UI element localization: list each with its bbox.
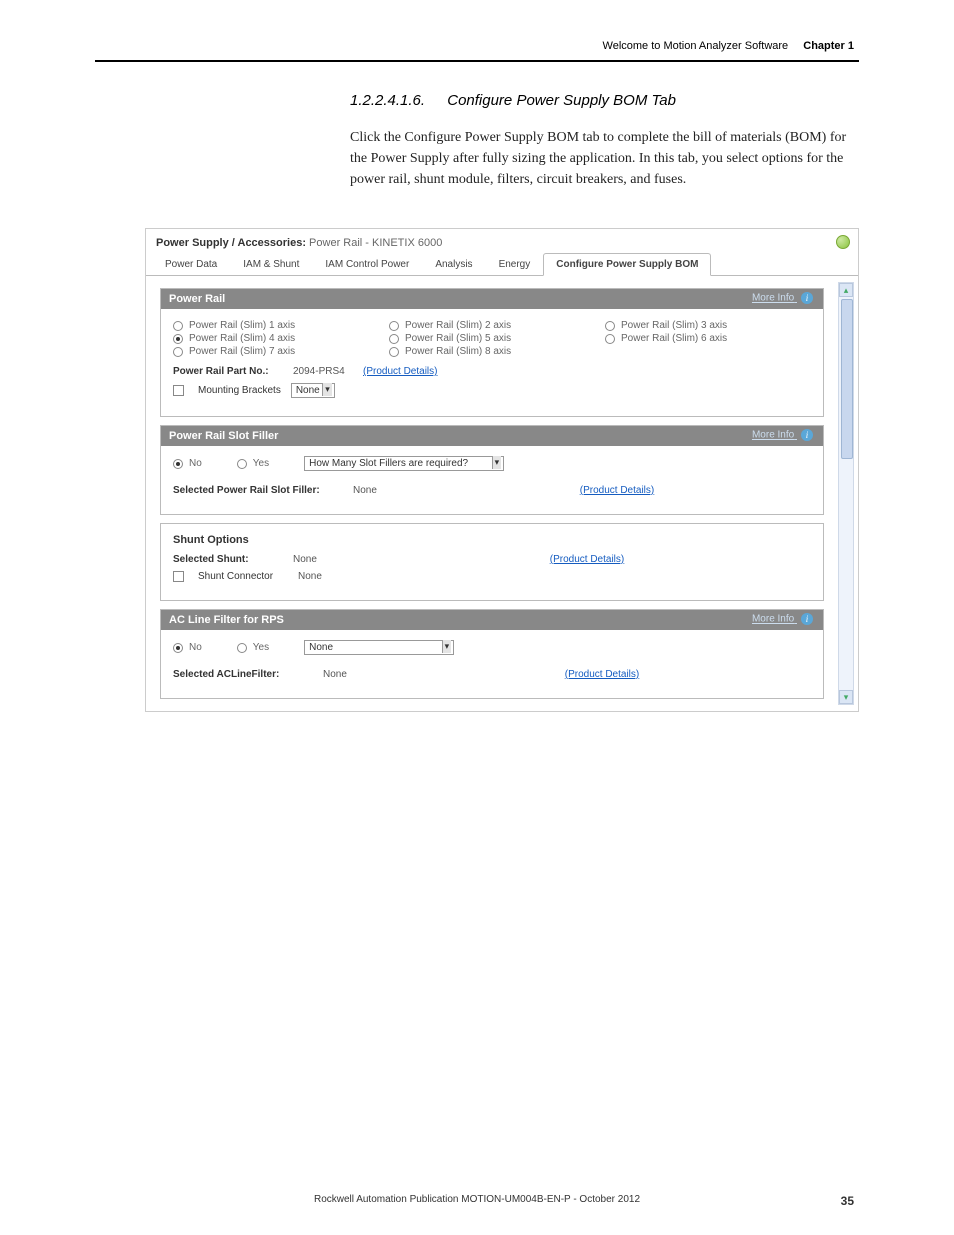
info-icon: i	[801, 613, 813, 625]
mounting-brackets-select[interactable]: None	[291, 383, 335, 398]
page-footer: Rockwell Automation Publication MOTION-U…	[0, 1194, 954, 1205]
info-icon: i	[801, 429, 813, 441]
tab-power-data[interactable]: Power Data	[152, 253, 230, 275]
selected-shunt-row: Selected Shunt: None (Product Details)	[173, 554, 811, 565]
selected-slot-filler-label: Selected Power Rail Slot Filler:	[173, 485, 343, 496]
radio-acfilter-no[interactable]: No	[173, 641, 202, 654]
product-details-link[interactable]: (Product Details)	[550, 554, 624, 565]
radio-rail-2axis[interactable]: Power Rail (Slim) 2 axis	[389, 319, 595, 332]
scroll-thumb[interactable]	[841, 299, 853, 459]
selected-shunt-label: Selected Shunt:	[173, 554, 283, 565]
radio-slotfiller-no[interactable]: No	[173, 457, 202, 470]
ac-filter-yn-row: No Yes None	[173, 640, 811, 655]
selected-shunt-value: None	[293, 554, 353, 565]
slot-filler-yn-row: No Yes How Many Slot Fillers are require…	[173, 456, 811, 471]
section-header-slot-filler: Power Rail Slot Filler More Info i	[161, 426, 823, 446]
panel-title: Power Supply / Accessories: Power Rail -…	[146, 229, 858, 253]
page-header: Welcome to Motion Analyzer Software Chap…	[0, 0, 954, 60]
screenshot-panel: Power Supply / Accessories: Power Rail -…	[145, 228, 859, 712]
body-paragraph: Click the Configure Power Supply BOM tab…	[350, 127, 859, 190]
panel-title-value: Power Rail - KINETIX 6000	[309, 237, 442, 249]
radio-rail-1axis[interactable]: Power Rail (Slim) 1 axis	[173, 319, 379, 332]
selected-ac-filter-row: Selected ACLineFilter: None (Product Det…	[173, 669, 811, 680]
section-title-power-rail: Power Rail	[169, 293, 225, 305]
product-details-link[interactable]: (Product Details)	[363, 366, 437, 377]
product-details-link[interactable]: (Product Details)	[565, 669, 639, 680]
selected-slot-filler-row: Selected Power Rail Slot Filler: None (P…	[173, 485, 811, 496]
more-info-text: More Info	[752, 614, 794, 625]
radio-rail-8axis[interactable]: Power Rail (Slim) 8 axis	[389, 345, 595, 358]
section-heading: 1.2.2.4.1.6. Configure Power Supply BOM …	[350, 92, 859, 109]
info-icon: i	[801, 292, 813, 304]
section-heading-text: Configure Power Supply BOM Tab	[447, 92, 676, 109]
mounting-brackets-checkbox[interactable]	[173, 385, 184, 396]
section-ac-filter: AC Line Filter for RPS More Info i No Ye…	[160, 609, 824, 699]
more-info-text: More Info	[752, 293, 794, 304]
section-power-rail: Power Rail More Info i Power Rail (Slim)…	[160, 288, 824, 417]
radio-acfilter-yes[interactable]: Yes	[237, 641, 269, 654]
section-header-ac-filter: AC Line Filter for RPS More Info i	[161, 610, 823, 630]
more-info-link[interactable]: More Info i	[752, 613, 813, 625]
radio-rail-6axis[interactable]: Power Rail (Slim) 6 axis	[605, 332, 811, 345]
partno-label: Power Rail Part No.:	[173, 366, 283, 377]
panel-title-label: Power Supply / Accessories:	[156, 237, 306, 249]
slot-filler-count-select[interactable]: How Many Slot Fillers are required?	[304, 456, 504, 471]
tab-iam-shunt[interactable]: IAM & Shunt	[230, 253, 312, 275]
selected-ac-filter-value: None	[323, 669, 383, 680]
partno-value: 2094-PRS4	[293, 366, 353, 377]
tab-energy[interactable]: Energy	[486, 253, 544, 275]
section-title-ac-filter: AC Line Filter for RPS	[169, 614, 284, 626]
scroll-up-icon[interactable]: ▴	[839, 283, 853, 297]
scroll-down-icon[interactable]: ▾	[839, 690, 853, 704]
tab-iam-control-power[interactable]: IAM Control Power	[312, 253, 422, 275]
power-rail-partno-row: Power Rail Part No.: 2094-PRS4 (Product …	[173, 366, 811, 377]
scrollbar[interactable]: ▴ ▾	[838, 282, 854, 705]
section-heading-number: 1.2.2.4.1.6.	[350, 92, 425, 109]
tab-bar: Power Data IAM & Shunt IAM Control Power…	[146, 253, 858, 276]
radio-rail-3axis[interactable]: Power Rail (Slim) 3 axis	[605, 319, 811, 332]
ac-filter-select[interactable]: None	[304, 640, 454, 655]
scroll-pane: ▴ ▾ Power Rail More Info i Power Rail (S…	[146, 276, 858, 711]
header-chapter: Chapter 1	[803, 40, 854, 52]
power-rail-radio-grid: Power Rail (Slim) 1 axis Power Rail (Sli…	[173, 319, 811, 358]
body-text-block: 1.2.2.4.1.6. Configure Power Supply BOM …	[0, 62, 954, 210]
section-title-shunt: Shunt Options	[173, 534, 811, 546]
radio-rail-7axis[interactable]: Power Rail (Slim) 7 axis	[173, 345, 379, 358]
shunt-connector-label: Shunt Connector	[198, 571, 288, 582]
header-section-title: Welcome to Motion Analyzer Software	[603, 40, 789, 52]
radio-rail-4axis[interactable]: Power Rail (Slim) 4 axis	[173, 332, 379, 345]
more-info-link[interactable]: More Info i	[752, 292, 813, 304]
footer-page-number: 35	[841, 1194, 854, 1208]
shunt-connector-value: None	[298, 571, 358, 582]
shunt-connector-checkbox[interactable]	[173, 571, 184, 582]
mounting-brackets-row: Mounting Brackets None	[173, 383, 811, 398]
mounting-brackets-label: Mounting Brackets	[198, 385, 281, 396]
section-title-slot-filler: Power Rail Slot Filler	[169, 430, 278, 442]
radio-slotfiller-yes[interactable]: Yes	[237, 457, 269, 470]
selected-slot-filler-value: None	[353, 485, 413, 496]
radio-rail-5axis[interactable]: Power Rail (Slim) 5 axis	[389, 332, 595, 345]
shunt-connector-row: Shunt Connector None	[173, 571, 811, 582]
section-header-power-rail: Power Rail More Info i	[161, 289, 823, 309]
more-info-link[interactable]: More Info i	[752, 429, 813, 441]
selected-ac-filter-label: Selected ACLineFilter:	[173, 669, 313, 680]
footer-text: Rockwell Automation Publication MOTION-U…	[314, 1194, 640, 1205]
more-info-text: More Info	[752, 430, 794, 441]
tab-analysis[interactable]: Analysis	[422, 253, 485, 275]
tab-configure-bom[interactable]: Configure Power Supply BOM	[543, 253, 711, 276]
product-details-link[interactable]: (Product Details)	[580, 485, 654, 496]
section-shunt: Shunt Options Selected Shunt: None (Prod…	[160, 523, 824, 601]
section-slot-filler: Power Rail Slot Filler More Info i No Ye…	[160, 425, 824, 515]
help-icon[interactable]	[836, 235, 850, 249]
